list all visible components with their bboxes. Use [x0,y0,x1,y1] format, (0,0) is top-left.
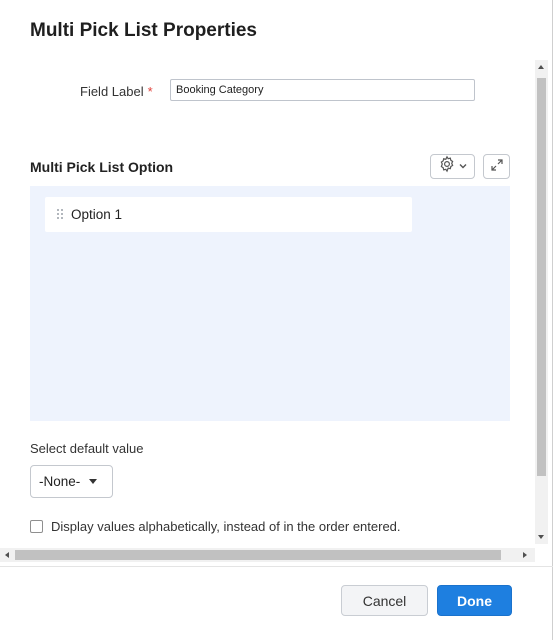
options-list-panel: Option 1 [30,186,510,421]
properties-dialog: Multi Pick List Properties Field Label * … [0,0,553,640]
field-label-input[interactable] [170,79,475,101]
option-item[interactable]: Option 1 [45,197,412,232]
chevron-down-icon [458,158,468,176]
vertical-scrollbar-thumb[interactable] [537,78,546,476]
drag-handle-icon[interactable] [57,209,63,220]
options-settings-button[interactable] [430,154,475,179]
footer-divider [0,566,553,567]
sort-alphabetically-label: Display values alphabetically, instead o… [51,519,401,534]
horizontal-scrollbar-thumb[interactable] [15,550,501,560]
vertical-scrollbar[interactable] [535,60,548,544]
cancel-button[interactable]: Cancel [341,585,428,616]
scroll-left-icon[interactable] [5,552,9,558]
default-value-selected: -None- [39,474,81,489]
sort-alphabetically-row: Display values alphabetically, instead o… [30,519,401,534]
scroll-down-icon[interactable] [538,535,544,539]
dialog-title: Multi Pick List Properties [30,20,257,41]
expand-button[interactable] [483,154,510,179]
sort-alphabetically-checkbox[interactable] [30,520,43,533]
field-label: Field Label * [80,84,153,99]
caret-down-icon [89,479,98,484]
done-button[interactable]: Done [437,585,512,616]
gear-icon [438,155,456,178]
horizontal-scrollbar[interactable] [0,548,535,562]
option-label: Option 1 [71,207,123,222]
scroll-right-icon[interactable] [523,552,527,558]
required-mark: * [147,84,153,99]
dialog-body: Field Label* Multi Pick List Option [0,60,553,562]
expand-icon [490,158,503,176]
options-section-title: Multi Pick List Option [30,159,174,175]
field-label-text: Field Label [80,84,144,99]
scroll-up-icon[interactable] [538,65,544,69]
default-value-label: Select default value [30,441,144,456]
default-value-select[interactable]: -None- [30,465,113,498]
